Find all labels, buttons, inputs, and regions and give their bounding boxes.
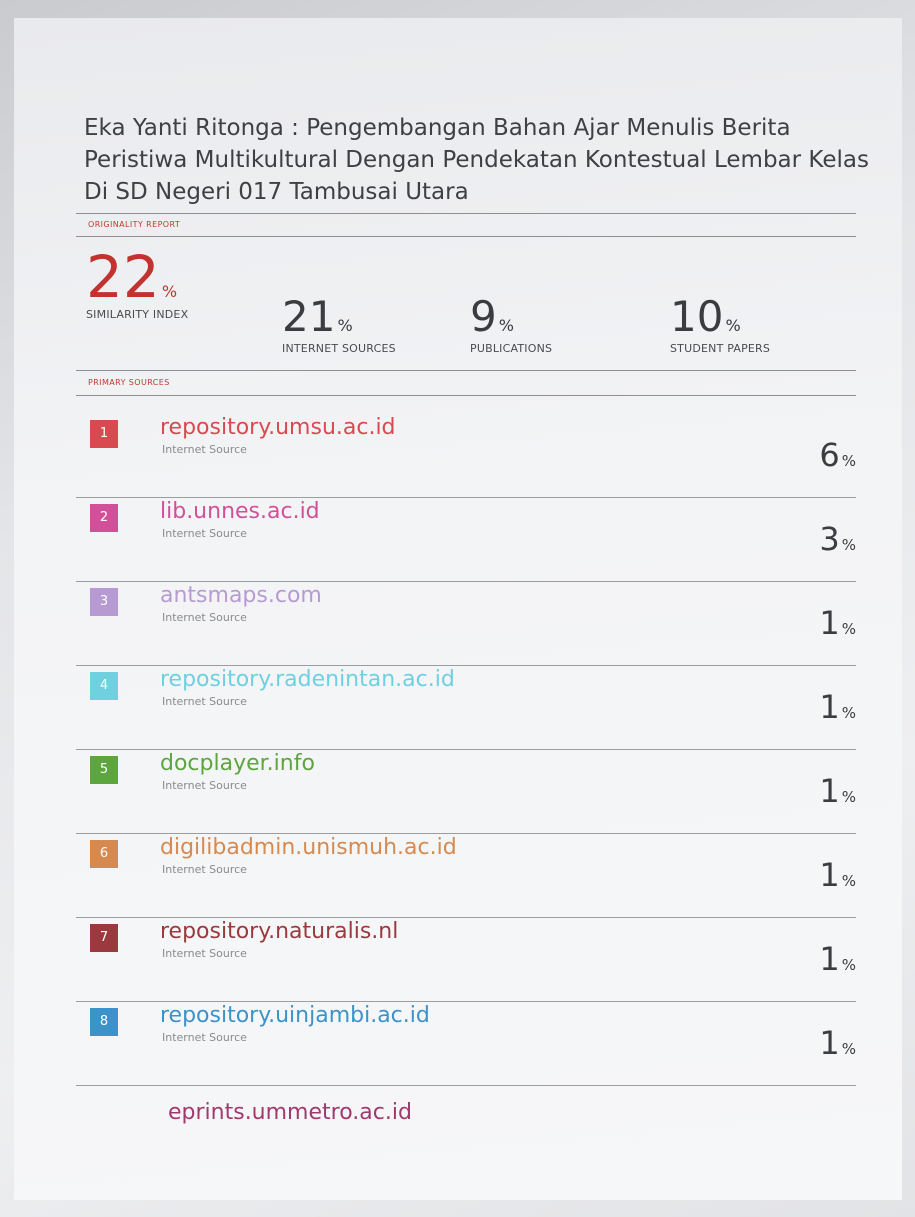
source-name[interactable]: repository.umsu.ac.id <box>160 414 396 442</box>
source-row: 8 repository.uinjambi.ac.id Internet Sou… <box>76 1002 856 1086</box>
rank-badge: 8 <box>90 1008 118 1036</box>
source-percentage: 3% <box>819 520 856 558</box>
rank-badge: 4 <box>90 672 118 700</box>
rank-badge: 7 <box>90 924 118 952</box>
source-unit: % <box>841 620 856 638</box>
source-value: 1 <box>819 688 840 726</box>
source-row: 4 repository.radenintan.ac.id Internet S… <box>76 666 856 750</box>
source-type: Internet Source <box>162 947 247 960</box>
stat-value: 10 <box>670 292 724 341</box>
stat-unit: % <box>498 316 514 335</box>
source-type: Internet Source <box>162 527 247 540</box>
stat-label: PUBLICATIONS <box>470 342 553 355</box>
stat-internet-sources: 21% INTERNET SOURCES <box>282 292 396 356</box>
source-type: Internet Source <box>162 695 247 708</box>
source-unit: % <box>841 956 856 974</box>
header-divider <box>76 236 856 237</box>
source-percentage: 1% <box>819 688 856 726</box>
source-percentage: 1% <box>819 856 856 894</box>
stats-divider <box>76 370 856 371</box>
source-percentage: 1% <box>819 604 856 642</box>
source-value: 1 <box>819 604 840 642</box>
source-type: Internet Source <box>162 611 247 624</box>
source-unit: % <box>841 452 856 470</box>
source-row: 7 repository.naturalis.nl Internet Sourc… <box>76 918 856 1002</box>
source-row: 3 antsmaps.com Internet Source 1% <box>76 582 856 666</box>
source-percentage: 1% <box>819 940 856 978</box>
source-row: 2 lib.unnes.ac.id Internet Source 3% <box>76 498 856 582</box>
source-unit: % <box>841 536 856 554</box>
stat-value: 21 <box>282 292 336 341</box>
source-name[interactable]: antsmaps.com <box>160 582 322 610</box>
source-type: Internet Source <box>162 1031 247 1044</box>
source-name[interactable]: docplayer.info <box>160 750 315 778</box>
source-type: Internet Source <box>162 863 247 876</box>
document-title: Eka Yanti Ritonga : Pengembangan Bahan A… <box>84 115 869 205</box>
sources-header-divider <box>76 395 856 396</box>
source-row: 1 repository.umsu.ac.id Internet Source … <box>76 414 856 498</box>
source-unit: % <box>841 704 856 722</box>
stat-unit: % <box>161 282 178 301</box>
source-value: 3 <box>819 520 840 558</box>
source-percentage: 1% <box>819 772 856 810</box>
source-percentage: 1% <box>819 1024 856 1062</box>
source-type: Internet Source <box>162 443 247 456</box>
source-type: Internet Source <box>162 779 247 792</box>
rank-badge: 6 <box>90 840 118 868</box>
source-value: 1 <box>819 1024 840 1062</box>
rank-badge: 1 <box>90 420 118 448</box>
source-unit: % <box>841 788 856 806</box>
stat-label: SIMILARITY INDEX <box>86 308 189 321</box>
stat-value: 9 <box>470 292 497 341</box>
stat-similarity-index: 22% SIMILARITY INDEX <box>86 248 188 321</box>
rank-badge: 2 <box>90 504 118 532</box>
stat-unit: % <box>725 316 741 335</box>
source-name[interactable]: repository.uinjambi.ac.id <box>160 1002 430 1030</box>
stat-unit: % <box>337 316 353 335</box>
source-name[interactable]: digilibadmin.unismuh.ac.id <box>160 834 457 862</box>
source-value: 1 <box>819 772 840 810</box>
source-row: 6 digilibadmin.unismuh.ac.id Internet So… <box>76 834 856 918</box>
primary-sources-label: PRIMARY SOURCES <box>88 378 170 387</box>
stat-label: INTERNET SOURCES <box>282 342 396 355</box>
source-unit: % <box>841 872 856 890</box>
rank-badge: 5 <box>90 756 118 784</box>
title-divider <box>76 213 856 214</box>
source-unit: % <box>841 1040 856 1058</box>
stat-value: 22 <box>86 243 160 311</box>
originality-report-label: ORIGINALITY REPORT <box>88 220 181 229</box>
source-value: 6 <box>819 436 840 474</box>
source-value: 1 <box>819 940 840 978</box>
source-row: 5 docplayer.info Internet Source 1% <box>76 750 856 834</box>
row-divider <box>76 1085 856 1086</box>
stat-publications: 9% PUBLICATIONS <box>470 292 553 356</box>
source-name[interactable]: repository.naturalis.nl <box>160 918 398 946</box>
stat-label: STUDENT PAPERS <box>670 342 771 355</box>
source-percentage: 6% <box>819 436 856 474</box>
source-name-partial[interactable]: eprints.ummetro.ac.id <box>168 1100 412 1125</box>
source-name[interactable]: lib.unnes.ac.id <box>160 498 320 526</box>
stat-student-papers: 10% STUDENT PAPERS <box>670 292 771 356</box>
rank-badge: 3 <box>90 588 118 616</box>
source-name[interactable]: repository.radenintan.ac.id <box>160 666 455 694</box>
source-value: 1 <box>819 856 840 894</box>
